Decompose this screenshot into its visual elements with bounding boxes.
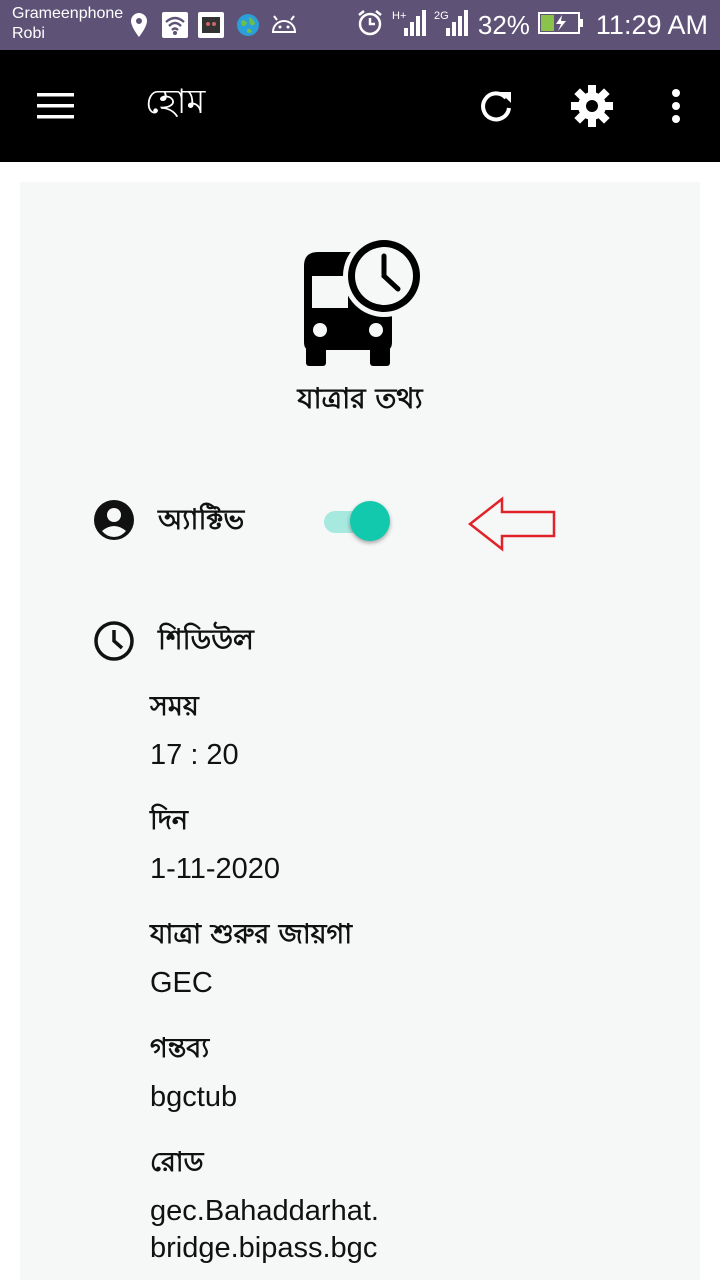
page-title: হোম — [145, 82, 206, 122]
time-value: 17 : 20 — [150, 739, 239, 771]
settings-icon[interactable] — [566, 80, 618, 132]
carrier-2: Robi — [12, 25, 45, 42]
account-circle-icon — [92, 498, 136, 542]
android-icon — [270, 12, 298, 38]
wifi-icon — [162, 12, 188, 38]
trip-info-title: যাত্রার তথ্য — [297, 382, 423, 415]
toggle-thumb — [350, 501, 390, 541]
schedule-label: শিডিউল — [158, 623, 254, 656]
road-value-line-2: bridge.bipass.bgc — [150, 1232, 378, 1264]
svg-text:H+: H+ — [392, 10, 406, 22]
left-arrow-icon — [467, 496, 558, 556]
signal-h-icon: H+ — [392, 8, 426, 43]
road-label: রোড — [150, 1147, 204, 1178]
battery-charging-icon — [537, 11, 584, 40]
battery-percent: 32% — [477, 9, 530, 40]
alarm-icon — [356, 9, 384, 42]
menu-icon[interactable] — [30, 80, 82, 132]
app-icon — [198, 12, 224, 38]
status-right: H+ 2G 32% 11:29 AM — [356, 0, 708, 50]
day-label: দিন — [150, 805, 189, 836]
app-bar: হোম — [0, 50, 720, 162]
svg-text:2G: 2G — [434, 10, 449, 22]
trip-info-card: যাত্রার তথ্য অ্যাক্টিভ শিডিউল সময় 17 : … — [20, 182, 700, 1280]
bus-clock-icon — [294, 234, 428, 372]
destination-value: bgctub — [150, 1081, 238, 1113]
status-bar: Grameenphone Robi H+ 2G 32% 11:29 AM — [0, 0, 720, 50]
clock-time: 11:29 AM — [595, 9, 708, 40]
day-value: 1-11-2020 — [150, 853, 281, 885]
globe-icon — [236, 12, 260, 38]
more-options-icon[interactable] — [650, 80, 702, 132]
active-label: অ্যাক্টিভ — [158, 503, 245, 536]
start-location-label: যাত্রা শুরুর জায়গা — [150, 919, 353, 950]
signal-2g-icon: 2G — [434, 8, 470, 43]
location-icon — [128, 12, 150, 38]
carrier-1: Grameenphone — [12, 5, 124, 22]
active-toggle[interactable] — [322, 500, 394, 544]
clock-icon — [92, 619, 136, 663]
start-location-value: GEC — [150, 967, 213, 999]
time-label: সময় — [150, 691, 199, 722]
carrier-names: Grameenphone Robi — [12, 4, 123, 44]
refresh-icon[interactable] — [470, 80, 522, 132]
road-value-line-1: gec.Bahaddarhat. — [150, 1195, 379, 1227]
destination-label: গন্তব্য — [150, 1033, 210, 1064]
